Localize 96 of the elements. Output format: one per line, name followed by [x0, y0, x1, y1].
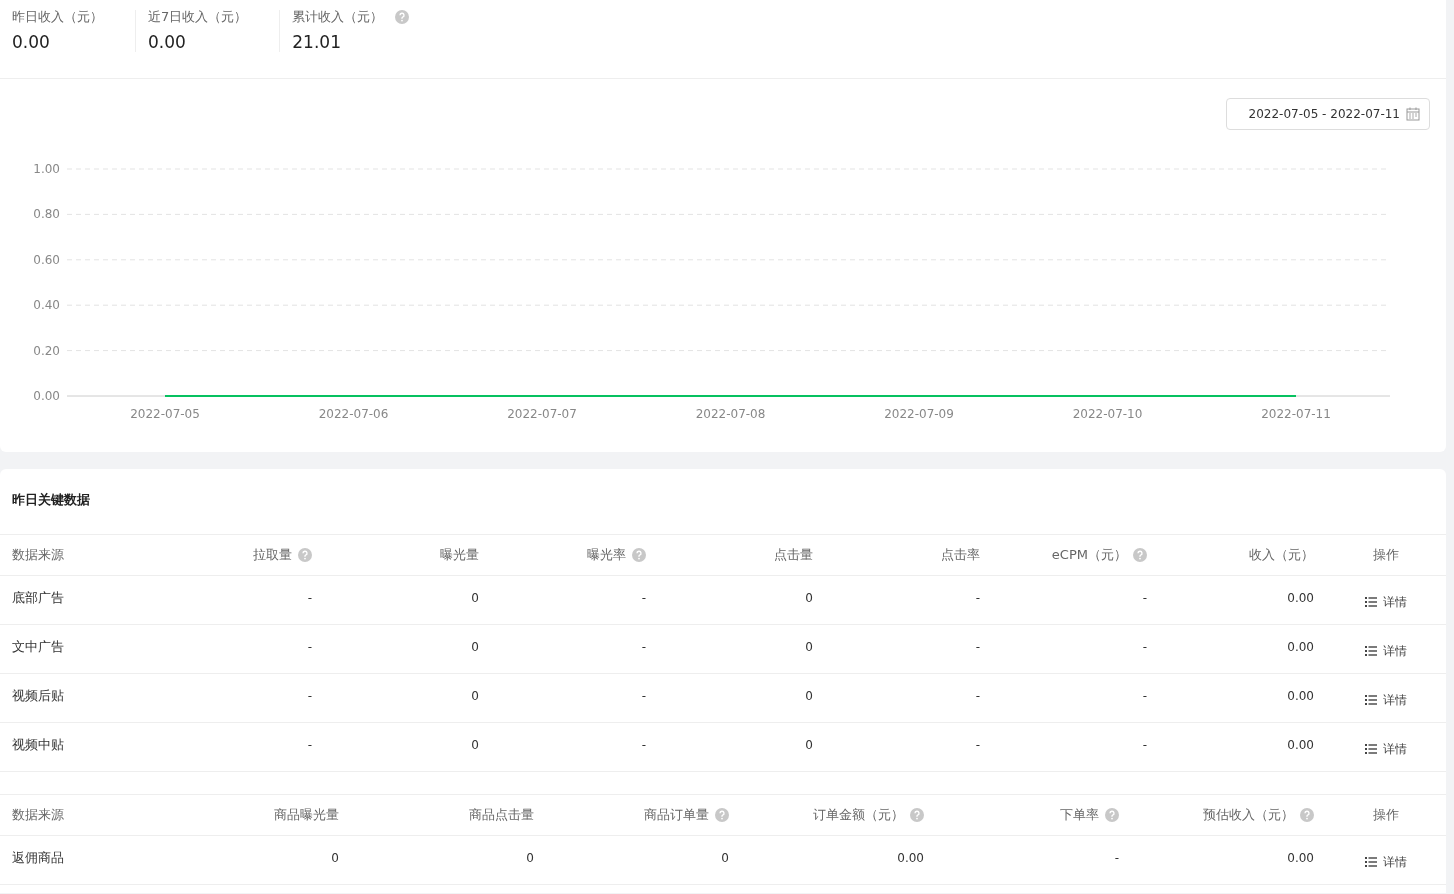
column-header: 订单金额（元）	[813, 806, 904, 824]
column-header: 拉取量	[253, 546, 292, 564]
detail-link[interactable]: 详情	[1365, 593, 1407, 611]
y-tick-label: 0.80	[33, 207, 60, 222]
section-title: 昨日关键数据	[0, 469, 1446, 535]
table-cell: -	[975, 640, 980, 654]
column-header: 点击量	[774, 546, 813, 564]
table-cell: 0	[805, 591, 813, 605]
table-cell: -	[641, 640, 646, 654]
list-icon	[1365, 857, 1377, 867]
help-icon[interactable]	[298, 548, 312, 562]
table-cell: 0	[331, 851, 339, 865]
table-cell: 0	[471, 591, 479, 605]
column-header: eCPM（元）	[1051, 546, 1127, 564]
detail-link[interactable]: 详情	[1365, 691, 1407, 709]
table-cell: 0.00	[1287, 640, 1314, 654]
x-tick-label: 2022-07-05	[130, 407, 200, 421]
table-cell: 0.00	[897, 851, 924, 865]
table-cell: -	[307, 689, 312, 703]
table-cell: -	[1142, 738, 1147, 752]
table-cell: 0.00	[1287, 851, 1314, 865]
column-header: 曝光量	[440, 546, 479, 564]
table-cell: 文中广告	[12, 638, 64, 656]
column-header: 操作	[1373, 806, 1399, 824]
y-tick-label: 0.20	[33, 343, 60, 358]
list-icon	[1365, 744, 1377, 754]
column-header: 预估收入（元）	[1203, 806, 1294, 824]
stat-value: 21.01	[292, 32, 342, 52]
help-icon[interactable]	[1105, 808, 1119, 822]
table-cell: 视频中贴	[12, 736, 64, 754]
column-header: 数据来源	[12, 546, 64, 564]
column-header: 商品曝光量	[274, 806, 339, 824]
table-cell: 0	[805, 640, 813, 654]
table-cell: 0	[805, 738, 813, 752]
stat-value: 0.00	[148, 32, 187, 52]
list-icon	[1365, 646, 1377, 656]
stat-label: 累计收入（元）	[292, 8, 384, 26]
help-icon[interactable]	[1133, 548, 1147, 562]
y-tick-label: 0.60	[33, 252, 60, 267]
calendar-icon	[1406, 107, 1420, 121]
x-tick-label: 2022-07-10	[1072, 407, 1143, 421]
table-cell: 0.00	[1287, 738, 1314, 752]
column-header: 下单率	[1060, 806, 1099, 824]
x-tick-label: 2022-07-11	[1261, 407, 1331, 421]
column-header: 数据来源	[12, 806, 64, 824]
table-cell: 视频后贴	[12, 687, 64, 705]
column-header: 收入（元）	[1249, 546, 1314, 564]
column-header: 曝光率	[587, 546, 626, 564]
table-cell: 0.00	[1287, 591, 1314, 605]
x-tick-label: 2022-07-07	[507, 407, 577, 421]
table-cell: 底部广告	[12, 589, 64, 607]
table-cell: -	[1142, 689, 1147, 703]
table-cell: -	[975, 738, 980, 752]
table-cell: 0	[471, 738, 479, 752]
help-icon[interactable]	[910, 808, 924, 822]
stat-label: 昨日收入（元）	[12, 8, 103, 26]
y-tick-label: 1.00	[33, 162, 60, 176]
date-range-field[interactable]: 2022-07-05 - 2022-07-11	[1226, 98, 1430, 130]
table-cell: 0.00	[1287, 689, 1314, 703]
help-icon[interactable]	[632, 548, 646, 562]
column-header: 商品订单量	[644, 806, 709, 824]
table-cell: -	[307, 738, 312, 752]
table-cell: 返佣商品	[12, 849, 64, 867]
column-header: 商品点击量	[469, 806, 534, 824]
column-header: 点击率	[941, 546, 980, 564]
x-tick-label: 2022-07-06	[318, 407, 389, 421]
y-tick-label: 0.00	[33, 389, 60, 403]
table-cell: -	[1142, 640, 1147, 654]
x-tick-label: 2022-07-08	[695, 407, 766, 421]
table-cell: -	[307, 640, 312, 654]
table-cell: -	[1114, 851, 1119, 865]
table-cell: 0	[526, 851, 534, 865]
help-icon[interactable]	[1300, 808, 1314, 822]
y-tick-label: 0.40	[33, 298, 60, 313]
table-cell: -	[641, 689, 646, 703]
table-cell: -	[975, 689, 980, 703]
detail-link[interactable]: 详情	[1365, 740, 1407, 758]
list-icon	[1365, 695, 1377, 705]
table-cell: -	[641, 591, 646, 605]
table-cell: -	[975, 591, 980, 605]
table-cell: 0	[721, 851, 729, 865]
stat-value: 0.00	[12, 32, 51, 52]
table-cell: -	[1142, 591, 1147, 605]
stat-label: 近7日收入（元）	[148, 8, 248, 26]
table-cell: -	[641, 738, 646, 752]
column-header: 操作	[1373, 546, 1399, 564]
list-icon	[1365, 597, 1377, 607]
help-icon[interactable]	[715, 808, 729, 822]
table-cell: 0	[805, 689, 813, 703]
table-cell: -	[307, 591, 312, 605]
table-cell: 0	[471, 640, 479, 654]
help-icon[interactable]	[395, 10, 410, 24]
x-tick-label: 2022-07-09	[884, 407, 954, 421]
detail-link[interactable]: 详情	[1365, 853, 1407, 871]
detail-link[interactable]: 详情	[1365, 642, 1407, 660]
table-cell: 0	[471, 689, 479, 703]
